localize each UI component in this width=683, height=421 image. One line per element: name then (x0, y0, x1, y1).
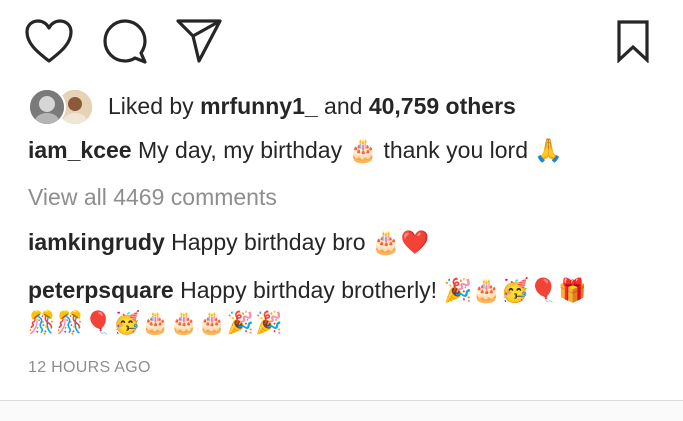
save-button[interactable] (608, 16, 658, 66)
share-button[interactable] (174, 16, 224, 66)
likes-conjunction: and (324, 92, 363, 119)
comment-text: Happy birthday bro (171, 229, 366, 255)
like-button[interactable] (24, 16, 74, 66)
send-icon (176, 19, 222, 63)
likes-summary: Liked by mrfunny1_ and 40,759 others (28, 88, 516, 126)
comment-button[interactable] (100, 16, 150, 66)
comment-icon (103, 19, 147, 64)
likes-count[interactable]: 40,759 others (369, 93, 516, 120)
comment-username[interactable]: iamkingrudy (28, 229, 165, 255)
comment-text: Happy birthday brotherly! (180, 277, 438, 303)
comment-emojis: 🎂❤️ (371, 230, 430, 256)
comment-emojis: 🎉🎂🥳🎈🎁 (443, 278, 587, 304)
bookmark-icon (617, 20, 649, 63)
cake-emoji: 🎂 (348, 138, 378, 164)
avatar (28, 88, 66, 126)
post-caption: iam_kcee My day, my birthday 🎂 thank you… (28, 137, 563, 164)
liker-username[interactable]: mrfunny1_ (200, 93, 318, 120)
comment-emojis-continued: 🎊🎊🎈🥳🎂🎂🎂🎉🎉 (28, 311, 284, 336)
heart-icon (25, 19, 73, 63)
comment-item: iamkingrudy Happy birthday bro 🎂❤️ (28, 229, 429, 256)
post-action-bar (0, 0, 683, 80)
caption-text-2: thank you lord (383, 137, 528, 163)
comment-item: peterpsquare Happy birthday brotherly! 🎉… (28, 277, 587, 304)
view-all-comments-link[interactable]: View all 4469 comments (28, 184, 277, 211)
pray-emoji: 🙏 (534, 138, 564, 164)
comment-username[interactable]: peterpsquare (28, 277, 174, 303)
likes-prefix: Liked by (108, 92, 194, 119)
caption-username[interactable]: iam_kcee (28, 137, 132, 163)
comment-bar-strip (0, 401, 683, 421)
liker-avatars[interactable] (28, 88, 94, 126)
caption-text: My day, my birthday (137, 137, 343, 163)
post-timestamp: 12 HOURS AGO (28, 359, 151, 376)
